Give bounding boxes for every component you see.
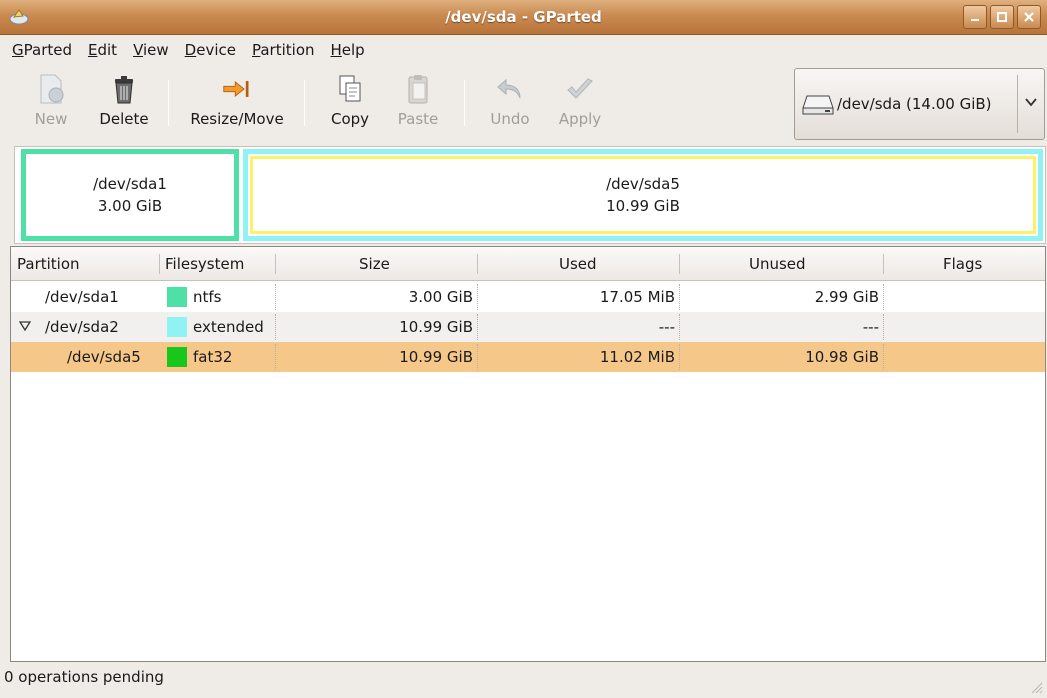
graph-partition-name: /dev/sda1: [93, 175, 167, 193]
column-guide: [883, 344, 884, 370]
copy-button[interactable]: Copy: [322, 68, 378, 138]
toolbar-separator: [304, 80, 305, 126]
hard-disk-icon: [802, 95, 834, 115]
device-selector[interactable]: /dev/sda (14.00 GiB): [794, 68, 1045, 140]
graph-partition-name: /dev/sda5: [606, 175, 680, 193]
new-button[interactable]: New: [26, 68, 76, 138]
trash-icon: [115, 76, 133, 104]
cell-partition: /dev/sda2: [45, 318, 119, 336]
cell-filesystem: ntfs: [193, 288, 222, 306]
maximize-button[interactable]: [990, 5, 1014, 29]
column-guide: [679, 344, 680, 370]
resize-move-button[interactable]: Resize/Move: [182, 68, 292, 138]
resize-move-icon: [223, 81, 249, 97]
partition-graph: /dev/sda1 3.00 GiB /dev/sda5 10.99 GiB: [14, 146, 1046, 244]
cell-partition: /dev/sda1: [45, 288, 119, 306]
graph-partition-sda1[interactable]: /dev/sda1 3.00 GiB: [21, 149, 239, 241]
cell-size: 10.99 GiB: [399, 348, 473, 366]
column-header-filesystem[interactable]: Filesystem: [165, 247, 244, 281]
menu-partition[interactable]: Partition: [244, 36, 323, 64]
device-label: /dev/sda (14.00 GiB): [837, 95, 992, 113]
undo-icon: [497, 78, 521, 99]
column-guide: [477, 344, 478, 370]
expander-triangle-icon[interactable]: [19, 320, 31, 332]
window-controls: [963, 5, 1041, 29]
partition-table[interactable]: Partition Filesystem Size Used Unused Fl…: [10, 246, 1046, 662]
column-divider[interactable]: [477, 254, 478, 274]
column-header-used[interactable]: Used: [559, 247, 597, 281]
table-row-selected[interactable]: /dev/sda5 fat32 10.99 GiB 11.02 MiB 10.9…: [11, 342, 1045, 372]
resize-grip-icon[interactable]: [1029, 680, 1043, 694]
paste-icon: [408, 75, 428, 104]
checkmark-icon: [567, 78, 593, 99]
column-guide: [477, 284, 478, 310]
table-row[interactable]: /dev/sda1 ntfs 3.00 GiB 17.05 MiB 2.99 G…: [11, 282, 1045, 312]
status-text: 0 operations pending: [4, 668, 164, 686]
cell-unused: ---: [862, 318, 879, 336]
filesystem-color-swatch: [167, 317, 187, 337]
column-header-partition[interactable]: Partition: [17, 247, 80, 281]
delete-button[interactable]: Delete: [92, 68, 156, 138]
column-guide: [477, 314, 478, 340]
close-icon: [1024, 12, 1034, 22]
cell-size: 10.99 GiB: [399, 318, 473, 336]
filesystem-color-swatch: [167, 287, 187, 307]
cell-used: ---: [658, 318, 675, 336]
combo-separator: [1017, 75, 1018, 133]
cell-used: 17.05 MiB: [599, 288, 675, 306]
cell-filesystem: fat32: [193, 348, 233, 366]
maximize-icon: [997, 12, 1007, 22]
copy-icon: [339, 75, 361, 102]
graph-partition-size: 3.00 GiB: [97, 197, 163, 215]
cell-unused: 2.99 GiB: [814, 288, 879, 306]
column-header-size[interactable]: Size: [359, 247, 390, 281]
cell-unused: 10.98 GiB: [805, 348, 879, 366]
column-guide: [679, 314, 680, 340]
table-header: Partition Filesystem Size Used Unused Fl…: [11, 247, 1045, 281]
column-divider[interactable]: [883, 254, 884, 274]
toolbar-separator: [168, 80, 169, 126]
graph-partition-sda2-extended[interactable]: /dev/sda5 10.99 GiB: [243, 149, 1043, 241]
column-guide: [275, 314, 276, 340]
column-divider[interactable]: [159, 254, 160, 274]
paste-button[interactable]: Paste: [390, 68, 446, 138]
toolbar-separator: [464, 80, 465, 126]
column-divider[interactable]: [275, 254, 276, 274]
menu-gparted[interactable]: GParted: [4, 36, 80, 64]
new-partition-icon: [40, 74, 64, 104]
minimize-button[interactable]: [963, 5, 987, 29]
graph-partition-size: 10.99 GiB: [606, 197, 680, 215]
status-bar: 0 operations pending: [0, 664, 1047, 698]
title-bar[interactable]: /dev/sda - GParted: [0, 0, 1047, 35]
column-header-flags[interactable]: Flags: [943, 247, 982, 281]
column-header-unused[interactable]: Unused: [749, 247, 806, 281]
minimize-icon: [971, 19, 979, 21]
cell-used: 11.02 MiB: [599, 348, 675, 366]
apply-button[interactable]: Apply: [550, 68, 610, 138]
filesystem-color-swatch: [167, 347, 187, 367]
menu-edit[interactable]: Edit: [80, 36, 125, 64]
cell-size: 3.00 GiB: [408, 288, 473, 306]
menu-device[interactable]: Device: [177, 36, 244, 64]
column-guide: [275, 344, 276, 370]
column-guide: [275, 284, 276, 310]
cell-partition: /dev/sda5: [67, 348, 141, 366]
graph-partition-sda5[interactable]: /dev/sda5 10.99 GiB: [250, 156, 1036, 234]
column-guide: [883, 314, 884, 340]
column-guide: [679, 284, 680, 310]
menu-help[interactable]: Help: [323, 36, 373, 64]
menu-bar: GParted Edit View Device Partition Help: [0, 36, 1047, 64]
chevron-down-icon: [1025, 98, 1037, 107]
menu-view[interactable]: View: [125, 36, 177, 64]
window-title: /dev/sda - GParted: [445, 8, 602, 26]
column-divider[interactable]: [679, 254, 680, 274]
table-row[interactable]: /dev/sda2 extended 10.99 GiB --- ---: [11, 312, 1045, 342]
close-button[interactable]: [1017, 5, 1041, 29]
column-guide: [883, 284, 884, 310]
undo-button[interactable]: Undo: [482, 68, 538, 138]
cell-filesystem: extended: [193, 318, 264, 336]
